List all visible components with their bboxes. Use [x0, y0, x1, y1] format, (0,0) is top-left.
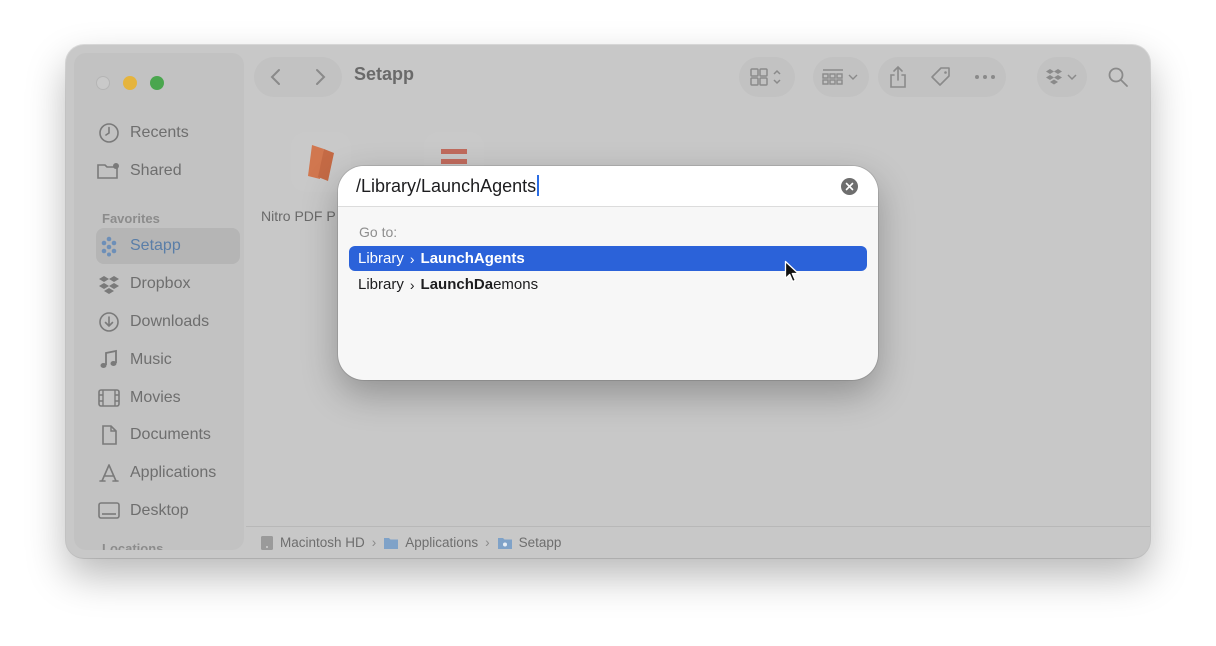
sidebar-item-label: Shared — [130, 162, 182, 179]
grid-view-icon — [750, 68, 781, 86]
tag-icon — [931, 67, 950, 86]
chevron-right-icon: › — [409, 250, 415, 267]
toolbar: Setapp — [246, 45, 1150, 105]
sidebar-item-music[interactable]: Music — [88, 342, 238, 378]
minimize-window-button[interactable] — [123, 76, 137, 90]
back-button[interactable] — [268, 67, 284, 87]
suggestion-match-2: Da — [473, 276, 494, 293]
suggestion-parent: Library — [358, 250, 404, 267]
document-icon — [96, 422, 122, 448]
actions-group — [878, 57, 1006, 97]
path-segment-macintosh-hd[interactable]: Macintosh HD — [260, 535, 365, 551]
suggestion-rest: emons — [493, 276, 539, 293]
text-caret — [537, 175, 540, 196]
forward-button[interactable] — [312, 67, 328, 87]
sidebar-item-label: Recents — [130, 124, 189, 141]
sidebar-item-label: Desktop — [130, 502, 189, 519]
more-button[interactable] — [974, 74, 996, 80]
mouse-pointer-icon — [784, 260, 799, 283]
search-icon — [1108, 67, 1128, 87]
share-icon — [890, 65, 907, 88]
dropbox-icon — [96, 271, 122, 297]
path-separator: › — [371, 535, 377, 550]
sidebar-item-dropbox[interactable]: Dropbox — [88, 266, 238, 302]
path-separator: › — [485, 535, 490, 550]
sidebar-item-applications[interactable]: Applications — [88, 455, 238, 491]
sidebar-item-documents[interactable]: Documents — [88, 417, 238, 453]
setapp-folder-icon — [497, 537, 512, 549]
close-window-button[interactable] — [96, 76, 110, 90]
group-icon — [822, 69, 858, 85]
sidebar-item-desktop[interactable]: Desktop — [88, 493, 238, 529]
zoom-window-button[interactable] — [150, 76, 164, 90]
chevron-right-icon: › — [409, 276, 415, 293]
sidebar-item-label: Documents — [130, 426, 211, 443]
chevron-left-icon — [270, 69, 280, 85]
group-by-button[interactable] — [813, 57, 869, 97]
path-segment-label: Setapp — [518, 535, 562, 550]
path-bar: Macintosh HD › Applications › Setapp — [246, 526, 1150, 558]
ellipsis-icon — [974, 75, 995, 79]
clock-icon — [96, 120, 122, 146]
search-button[interactable] — [1096, 57, 1140, 97]
suggestion-match: Launch — [420, 276, 474, 293]
download-icon — [96, 309, 122, 335]
clear-icon — [845, 182, 854, 191]
film-icon — [96, 385, 122, 411]
sidebar-item-setapp[interactable]: Setapp — [96, 228, 240, 264]
sidebar-item-label: Applications — [130, 464, 217, 481]
desktop-icon — [96, 498, 122, 524]
suggestion-match: LaunchAgents — [420, 250, 525, 267]
share-button[interactable] — [888, 65, 908, 89]
path-input-value: /Library/LaunchAgents — [356, 176, 537, 196]
tag-button[interactable] — [929, 65, 953, 89]
go-to-label: Go to: — [359, 224, 398, 240]
file-label: Nitro PDF P — [261, 208, 336, 224]
music-icon — [96, 347, 122, 373]
hard-drive-icon — [261, 535, 273, 550]
dropbox-menu-button[interactable] — [1037, 57, 1087, 97]
navigation-group — [254, 57, 342, 97]
shared-folder-icon — [96, 158, 122, 184]
sidebar-item-label: Movies — [130, 389, 181, 406]
sidebar-item-label: Setapp — [130, 237, 181, 254]
sidebar: Recents Shared Favorites Setapp Dropbox — [74, 53, 244, 550]
folder-icon — [384, 537, 399, 549]
view-mode-button[interactable] — [739, 57, 795, 97]
path-segment-applications[interactable]: Applications — [383, 535, 478, 550]
suggestion-parent: Library — [358, 276, 404, 293]
sidebar-item-label: Dropbox — [130, 275, 191, 292]
sidebar-item-shared[interactable]: Shared — [88, 153, 238, 189]
chevron-right-icon — [316, 69, 326, 85]
sidebar-item-label: Music — [130, 351, 172, 368]
clear-input-button[interactable] — [841, 178, 858, 195]
path-input[interactable]: /Library/LaunchAgents — [338, 166, 878, 207]
setapp-icon — [96, 233, 122, 259]
sidebar-item-recents[interactable]: Recents — [88, 115, 238, 151]
path-segment-label: Applications — [405, 535, 479, 550]
applications-icon — [96, 460, 122, 486]
sidebar-item-movies[interactable]: Movies — [88, 380, 238, 416]
favorites-heading: Favorites — [102, 211, 160, 226]
sidebar-item-label: Downloads — [130, 313, 210, 330]
dropbox-icon — [1046, 69, 1077, 85]
locations-heading: Locations — [102, 541, 164, 550]
window-title: Setapp — [354, 64, 415, 84]
path-segment-setapp[interactable]: Setapp — [497, 535, 562, 550]
sidebar-item-downloads[interactable]: Downloads — [88, 304, 238, 340]
path-segment-label: Macintosh HD — [280, 535, 365, 550]
